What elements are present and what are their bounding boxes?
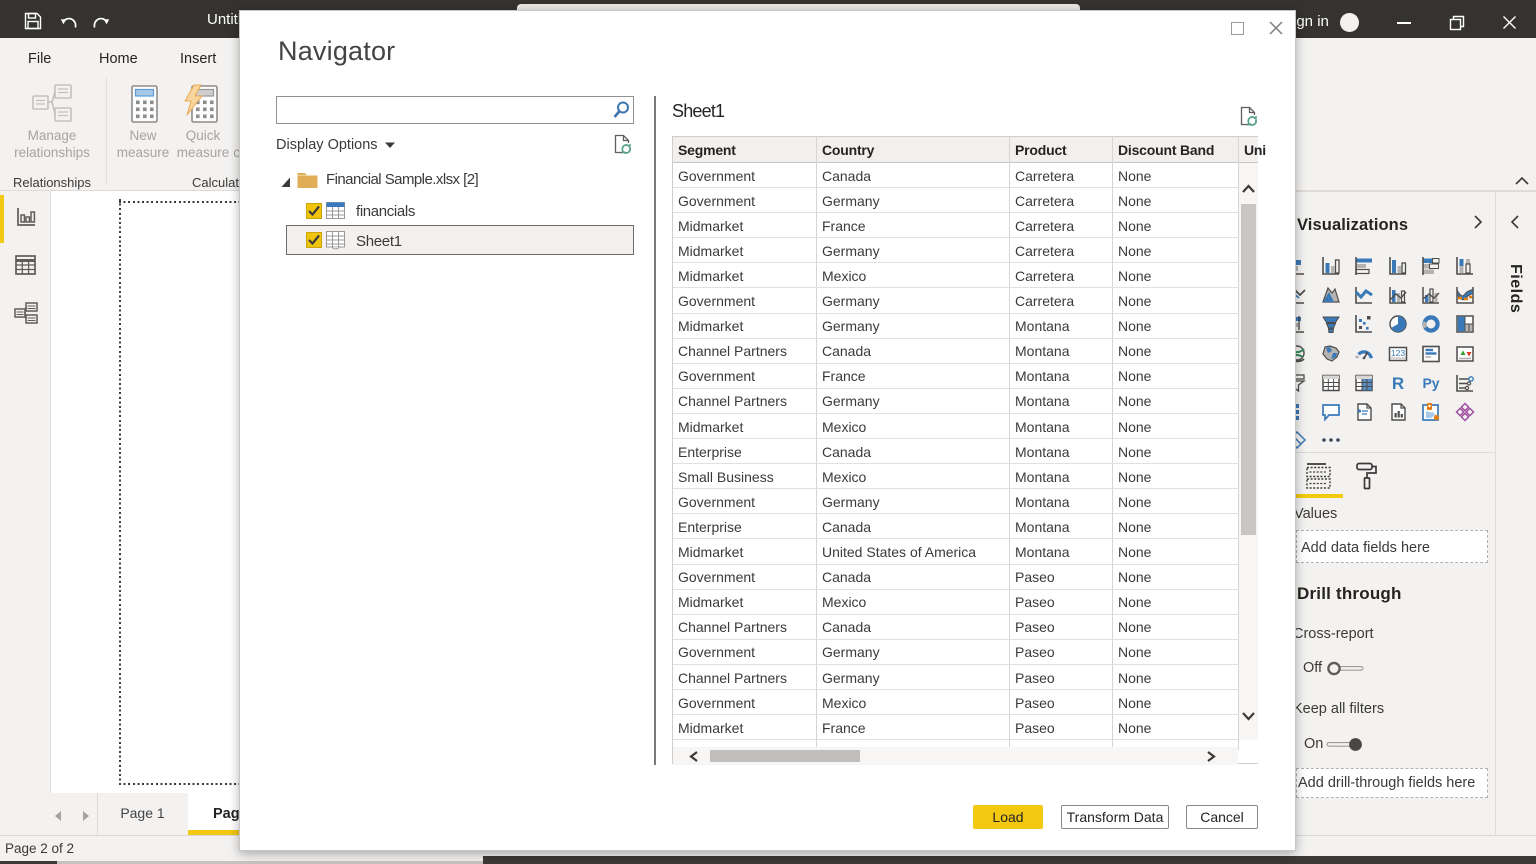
svg-text:R: R <box>1391 374 1403 393</box>
svg-text:123: 123 <box>1390 348 1404 358</box>
svg-text:Py: Py <box>1422 375 1439 391</box>
